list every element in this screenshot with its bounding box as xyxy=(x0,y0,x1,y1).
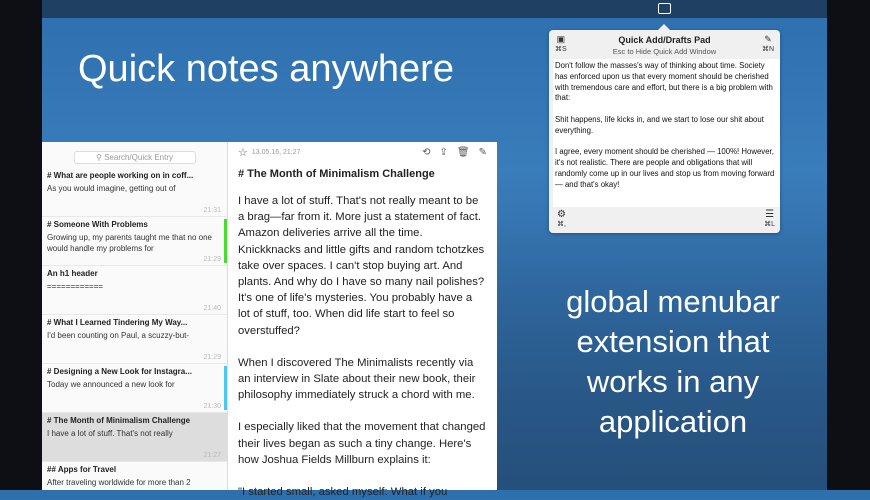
note-title: # Designing a New Look for Instagra... xyxy=(47,367,192,376)
notes-sidebar: ⚲ Search/Quick Entry # What are people w… xyxy=(42,142,228,490)
compose-icon: ✎ xyxy=(764,34,772,44)
note-preview: ============ xyxy=(47,282,104,291)
paragraph: When I discovered The Minimalists recent… xyxy=(238,356,476,402)
note-preview: I have a lot of stuff. That's not really xyxy=(47,429,173,438)
note-editor[interactable]: ☆ 13.05.16, 21:27 ⟲ ⇪ 🗑 ✎ # The Month of… xyxy=(228,142,497,499)
sync-icon[interactable]: ⟲ xyxy=(422,147,430,158)
share-icon[interactable]: ⇪ xyxy=(440,147,448,158)
color-tag xyxy=(224,366,227,410)
note-time: 21:29 xyxy=(203,256,221,263)
quick-add-popover: Quick Add/Drafts Pad Esc to Hide Quick A… xyxy=(549,24,780,233)
note-time: 21:40 xyxy=(203,305,221,312)
headline: Quick notes anywhere xyxy=(78,48,454,90)
note-time: 21:31 xyxy=(203,207,221,214)
list-icon: ☰ xyxy=(765,209,775,220)
new-note-button[interactable]: ✎ ⌘N xyxy=(762,34,774,53)
paragraph: I especially liked that the movement tha… xyxy=(238,421,486,466)
note-preview: Today we announced a new look for xyxy=(47,380,175,389)
edit-icon[interactable]: ✎ xyxy=(479,147,487,158)
paragraph: I agree, every moment should be cherishe… xyxy=(555,147,775,189)
note-title: # The Month of Minimalism Challenge xyxy=(238,168,435,180)
quick-add-textarea[interactable]: Don't follow the masses's way of thinkin… xyxy=(553,59,780,207)
star-icon[interactable]: ☆ xyxy=(238,146,248,159)
letterbox-left xyxy=(0,0,42,490)
note-list-item[interactable]: # Someone With Problems Growing up, my pa… xyxy=(42,217,227,266)
note-time: 21:30 xyxy=(203,403,221,410)
note-title: An h1 header xyxy=(47,269,98,278)
note-title: # What I Learned Tindering My Way... xyxy=(47,318,188,327)
popover-subtitle: Esc to Hide Quick Add Window xyxy=(612,47,717,56)
note-preview: After traveling worldwide for more than … xyxy=(47,478,191,487)
app-window: ⚲ Search/Quick Entry # What are people w… xyxy=(42,142,497,499)
note-title: # Someone With Problems xyxy=(47,220,148,229)
note-list-item[interactable]: # What are people working on in coff... A… xyxy=(42,168,227,217)
popover-title: Quick Add/Drafts Pad xyxy=(618,35,711,45)
paragraph: "I started small, asked myself: What if … xyxy=(238,486,448,499)
paragraph: Shit happens, life kicks in, and we star… xyxy=(555,114,764,135)
note-list-item[interactable]: # Designing a New Look for Instagra... To… xyxy=(42,364,227,413)
menubar xyxy=(42,0,827,18)
settings-button[interactable]: ⚙ ⌘, xyxy=(557,209,566,228)
note-title: ## Apps for Travel xyxy=(47,465,117,474)
note-list-item[interactable]: # What I Learned Tindering My Way... I'd … xyxy=(42,315,227,364)
letterbox-right xyxy=(827,0,870,490)
list-button[interactable]: ☰ ⌘L xyxy=(764,209,775,228)
note-list-item[interactable]: An h1 header ============ 21:40 xyxy=(42,266,227,315)
note-preview: I'd been counting on Paul, a scuzzy-but- xyxy=(47,331,190,340)
tagline: global menubar extension that works in a… xyxy=(548,282,798,442)
tagline-line: extension that xyxy=(576,324,770,359)
note-list-item[interactable]: ## Apps for Travel After traveling worldw… xyxy=(42,462,227,490)
tagline-line: application xyxy=(598,404,748,439)
search-input[interactable]: ⚲ Search/Quick Entry xyxy=(73,151,196,164)
save-button[interactable]: ▣ ⌘S xyxy=(555,34,567,53)
note-title: # What are people working on in coff... xyxy=(47,171,194,180)
note-time: 21:29 xyxy=(203,354,221,361)
note-time: 21:27 xyxy=(203,452,221,459)
save-icon: ▣ xyxy=(556,34,566,44)
note-preview: As you would imagine, getting out of xyxy=(47,184,176,193)
menubar-app-icon[interactable] xyxy=(658,3,671,14)
note-date: 13.05.16, 21:27 xyxy=(251,148,301,156)
paragraph: Don't follow the masses's way of thinkin… xyxy=(555,61,773,103)
color-tag xyxy=(224,219,227,263)
note-title: # The Month of Minimalism Challenge xyxy=(47,416,191,425)
gear-icon: ⚙ xyxy=(557,209,566,220)
trash-icon[interactable]: 🗑 xyxy=(457,147,470,158)
tagline-line: works in any xyxy=(586,364,760,399)
note-list-item[interactable]: # The Month of Minimalism Challenge I hav… xyxy=(42,413,227,462)
paragraph: I have a lot of stuff. That's not really… xyxy=(238,195,485,337)
note-preview: Growing up, my parents taught me that no… xyxy=(47,233,212,253)
tagline-line: global menubar xyxy=(566,284,780,319)
search-icon: ⚲ xyxy=(95,153,105,162)
